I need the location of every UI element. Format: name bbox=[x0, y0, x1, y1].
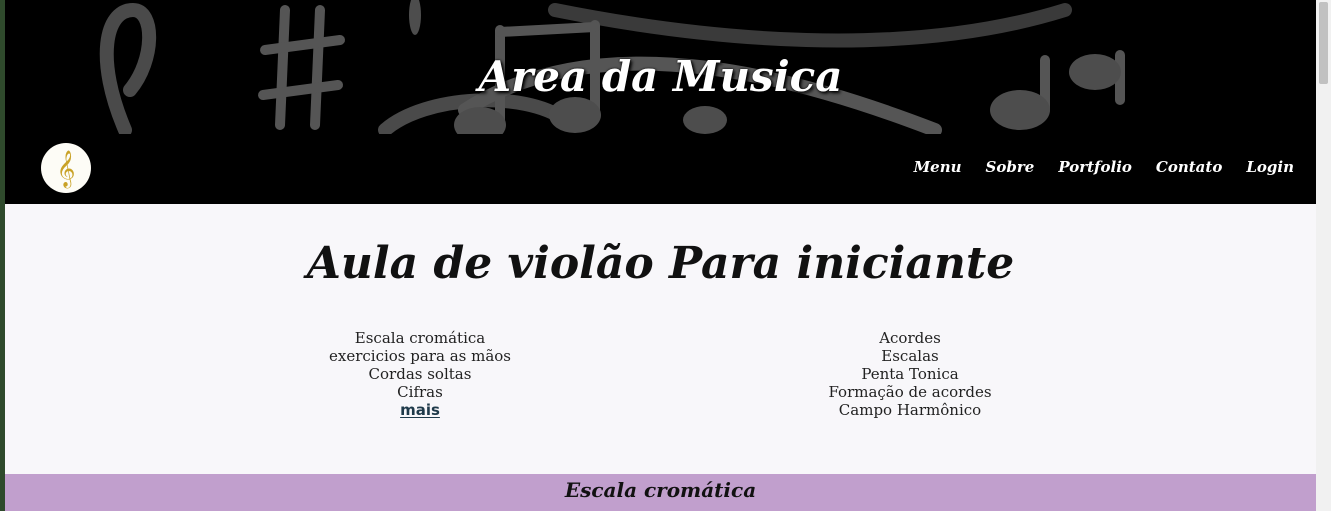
list-item[interactable]: Formação de acordes bbox=[785, 383, 1035, 401]
vertical-scrollbar[interactable] bbox=[1316, 0, 1331, 511]
treble-clef-icon[interactable]: 𝄞 bbox=[41, 143, 91, 193]
section-title: Escala cromática bbox=[564, 478, 757, 502]
scrollbar-thumb[interactable] bbox=[1319, 2, 1328, 84]
list-item[interactable]: Campo Harmônico bbox=[785, 401, 1035, 419]
page-title: Aula de violão Para iniciante bbox=[306, 238, 1015, 289]
nav-item-login[interactable]: Login bbox=[1246, 158, 1294, 176]
hero-banner: Area da Musica bbox=[5, 0, 1316, 134]
page: Area da Musica 𝄞 Menu Sobre Portfolio Co… bbox=[5, 0, 1316, 511]
nav-item-portfolio[interactable]: Portfolio bbox=[1058, 158, 1132, 176]
site-title: Area da Musica bbox=[478, 52, 843, 101]
list-item[interactable]: Escalas bbox=[785, 347, 1035, 365]
nav-links: Menu Sobre Portfolio Contato Login bbox=[914, 158, 1294, 176]
navbar: 𝄞 Menu Sobre Portfolio Contato Login bbox=[5, 134, 1316, 204]
nav-item-menu[interactable]: Menu bbox=[914, 158, 962, 176]
list-item[interactable]: Acordes bbox=[785, 329, 1035, 347]
list-item[interactable]: exercicios para as mãos bbox=[295, 347, 545, 365]
nav-item-contato[interactable]: Contato bbox=[1156, 158, 1222, 176]
section-header: Escala cromática bbox=[5, 474, 1316, 511]
lesson-list-right: Acordes Escalas Penta Tonica Formação de… bbox=[785, 329, 1035, 419]
list-item[interactable]: Cordas soltas bbox=[295, 365, 545, 383]
list-item[interactable]: Escala cromática bbox=[295, 329, 545, 347]
nav-item-sobre[interactable]: Sobre bbox=[986, 158, 1035, 176]
list-item[interactable]: Cifras bbox=[295, 383, 545, 401]
lesson-list-left: Escala cromática exercicios para as mãos… bbox=[295, 329, 545, 419]
more-link[interactable]: mais bbox=[400, 401, 440, 419]
list-item[interactable]: Penta Tonica bbox=[785, 365, 1035, 383]
